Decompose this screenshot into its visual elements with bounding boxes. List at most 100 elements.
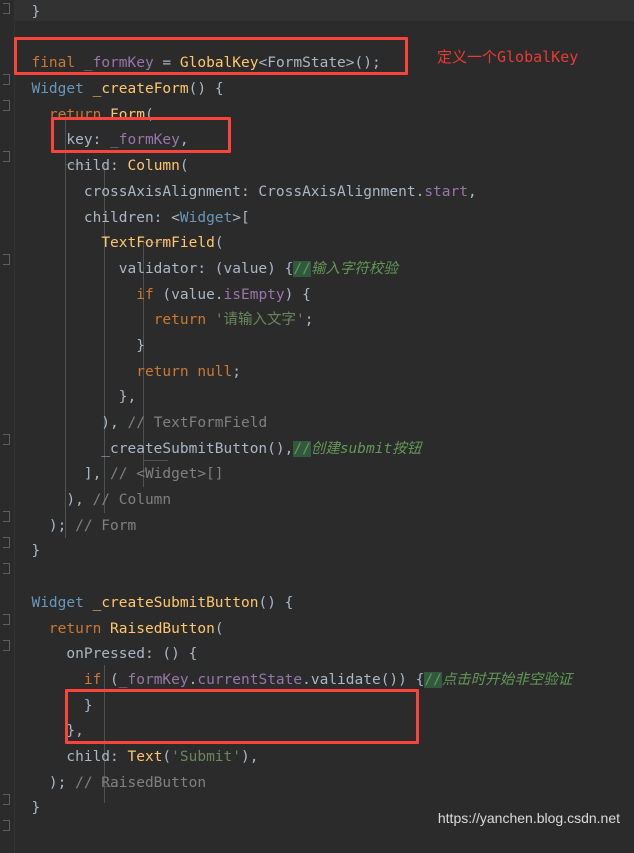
code-line: children: <Widget>[ bbox=[14, 206, 634, 232]
code-token: } bbox=[14, 337, 145, 354]
code-line: TextFormField( bbox=[14, 231, 634, 257]
code-line: return Form( bbox=[14, 103, 634, 129]
code-line: _createSubmitButton(),//创建submit按钮 bbox=[14, 437, 634, 463]
code-line: } bbox=[14, 539, 634, 565]
code-token: ), bbox=[241, 748, 259, 765]
code-token: ( bbox=[179, 158, 189, 175]
code-line: child: Column( bbox=[14, 154, 634, 180]
code-line: child: Text('Submit'), bbox=[14, 745, 634, 771]
source-code-text[interactable]: } final _formKey = GlobalKey<FormState>(… bbox=[14, 0, 634, 822]
code-line: validator: (value) {//输入字符校验 bbox=[14, 257, 634, 283]
code-token: return bbox=[153, 312, 207, 329]
code-line: ); // RaisedButton bbox=[14, 771, 634, 797]
code-token: Form bbox=[110, 106, 145, 123]
code-editor-pane[interactable]: } final _formKey = GlobalKey<FormState>(… bbox=[0, 0, 634, 853]
code-token: _createSubmitButton bbox=[92, 594, 259, 611]
code-token: // bbox=[293, 260, 311, 277]
code-token: .validate()) { bbox=[302, 671, 425, 688]
code-token: } bbox=[14, 697, 93, 714]
fold-marker-icon[interactable] bbox=[3, 254, 10, 265]
code-line: Widget _createForm() { bbox=[14, 77, 634, 103]
code-token: Text bbox=[127, 748, 163, 765]
code-token: 输入字符校验 bbox=[310, 260, 398, 277]
code-token: validator: (value) { bbox=[14, 260, 294, 277]
code-token: 点击时开始非空验证 bbox=[441, 671, 573, 688]
code-token: >(); bbox=[345, 55, 381, 72]
fold-marker-icon[interactable] bbox=[3, 820, 10, 831]
annotation-note-text: 定义一个GlobalKey bbox=[437, 48, 579, 66]
code-token: }, bbox=[14, 723, 84, 740]
code-token: _formKey bbox=[110, 132, 180, 149]
code-token: isEmpty bbox=[223, 286, 285, 303]
fold-marker-icon[interactable] bbox=[3, 151, 10, 162]
code-token: ); bbox=[14, 517, 76, 534]
code-token: ); bbox=[14, 774, 76, 791]
code-line: ), // TextFormField bbox=[14, 411, 634, 437]
code-token: 'Submit' bbox=[171, 748, 241, 765]
code-token: ; bbox=[304, 312, 314, 329]
fold-marker-icon[interactable] bbox=[3, 640, 10, 651]
code-token: ( bbox=[214, 620, 224, 637]
code-line: return '请输入文字'; bbox=[14, 308, 634, 334]
code-token: null bbox=[197, 363, 233, 380]
fold-marker-icon[interactable] bbox=[3, 794, 10, 805]
code-token: // bbox=[293, 440, 311, 457]
code-line: return null; bbox=[14, 360, 634, 386]
fold-marker-icon[interactable] bbox=[3, 100, 10, 111]
code-token: return bbox=[48, 620, 102, 637]
editor-gutter[interactable] bbox=[0, 0, 15, 853]
code-token: // bbox=[424, 671, 442, 688]
code-line: Widget _createSubmitButton() { bbox=[14, 591, 634, 617]
fold-marker-icon[interactable] bbox=[3, 563, 10, 574]
code-token: if bbox=[136, 286, 154, 303]
code-token: _formKey bbox=[118, 671, 189, 688]
code-token: _createForm bbox=[92, 81, 189, 98]
code-token: ( bbox=[214, 235, 224, 252]
fold-marker-icon[interactable] bbox=[3, 434, 10, 445]
code-token: FormState bbox=[267, 55, 346, 72]
code-token: // Form bbox=[75, 517, 137, 534]
fold-marker-icon[interactable] bbox=[3, 3, 10, 14]
code-token: >[ bbox=[232, 209, 250, 226]
code-token: ), bbox=[14, 492, 93, 509]
code-token: ) { bbox=[284, 286, 311, 303]
code-token: () { bbox=[258, 594, 294, 611]
code-token: } bbox=[14, 543, 41, 560]
code-token: Column bbox=[127, 158, 180, 175]
code-token: '请输入文字' bbox=[214, 312, 305, 329]
code-token: ], bbox=[14, 466, 111, 483]
code-token: GlobalKey bbox=[179, 55, 259, 72]
code-token: Widget bbox=[31, 81, 84, 98]
code-line: key: _formKey, bbox=[14, 128, 634, 154]
code-token: return bbox=[48, 106, 102, 123]
code-token: // Column bbox=[92, 492, 172, 509]
code-token: onPressed: () { bbox=[14, 646, 198, 663]
fold-marker-icon[interactable] bbox=[3, 511, 10, 522]
fold-marker-icon[interactable] bbox=[3, 614, 10, 625]
code-token: currentState bbox=[197, 671, 303, 688]
fold-marker-icon[interactable] bbox=[3, 537, 10, 548]
code-line: } bbox=[14, 694, 634, 720]
code-token: 创建submit按钮 bbox=[310, 440, 422, 457]
code-token: ; bbox=[232, 363, 241, 380]
code-token: }, bbox=[14, 389, 137, 406]
code-line: }, bbox=[14, 719, 634, 745]
code-token: ( bbox=[144, 106, 154, 123]
code-token: children: < bbox=[14, 209, 180, 226]
code-token: } bbox=[14, 800, 41, 817]
fold-marker-icon[interactable] bbox=[3, 74, 10, 85]
